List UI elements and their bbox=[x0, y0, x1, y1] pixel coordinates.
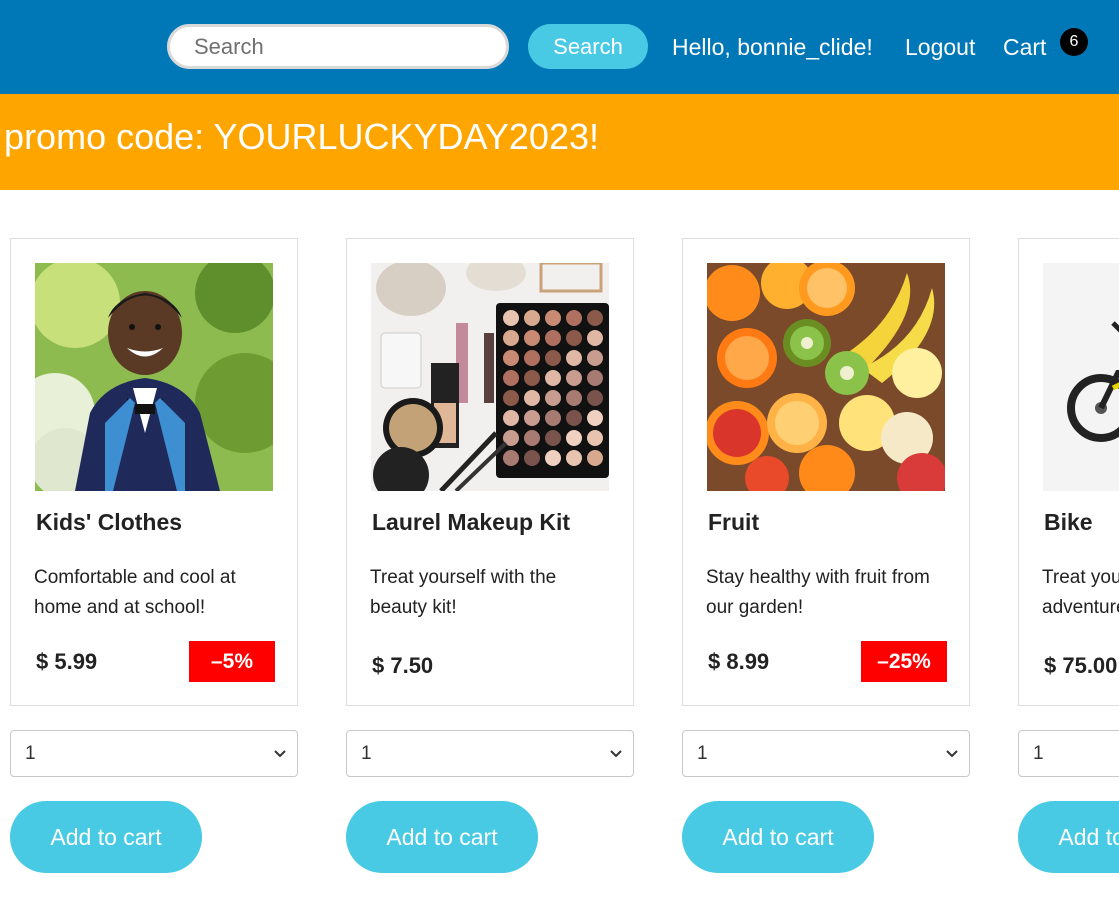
cart-link[interactable]: Cart bbox=[1003, 33, 1046, 61]
promo-text: he promo code: YOURLUCKYDAY2023! bbox=[0, 116, 599, 157]
promo-banner: he promo code: YOURLUCKYDAY2023! bbox=[0, 94, 1119, 190]
discount-badge: –25% bbox=[861, 641, 947, 682]
eyeshadow-pan bbox=[524, 410, 540, 426]
eyeshadow-pan bbox=[545, 410, 561, 426]
eyeshadow-pan bbox=[587, 410, 603, 426]
eyeshadow-pan bbox=[566, 370, 582, 386]
eyeshadow-pan bbox=[503, 390, 519, 406]
discount-badge: –5% bbox=[189, 641, 275, 682]
eyeshadow-pan bbox=[566, 330, 582, 346]
eyeshadow-pan bbox=[545, 370, 561, 386]
eyeshadow-pan bbox=[545, 390, 561, 406]
eyeshadow-pan bbox=[587, 430, 603, 446]
user-greeting: Hello, bonnie_clide! bbox=[672, 34, 873, 60]
product-price: $ 75.00 bbox=[1044, 653, 1118, 678]
makeup-kit-photo[interactable] bbox=[371, 263, 609, 491]
product-card-makeup-kit: Laurel Makeup Kit Treat yourself with th… bbox=[346, 238, 634, 878]
cart-count-badge: 6 bbox=[1060, 28, 1088, 56]
product-description: Treat yourself with the beauty kit! bbox=[370, 567, 557, 618]
quantity-select[interactable]: 1 bbox=[1018, 730, 1119, 777]
eyeshadow-pan bbox=[545, 310, 561, 326]
quantity-select[interactable]: 1 bbox=[682, 730, 970, 777]
product-name: Laurel Makeup Kit bbox=[372, 509, 571, 535]
eyeshadow-pan bbox=[503, 310, 519, 326]
bike-photo[interactable] bbox=[1043, 263, 1119, 491]
product-description: Stay healthy with fruit from our garden! bbox=[706, 567, 930, 618]
eyeshadow-pan bbox=[503, 330, 519, 346]
product-price: $ 5.99 bbox=[36, 649, 98, 674]
product-price: $ 8.99 bbox=[708, 649, 770, 674]
eyeshadow-pan bbox=[545, 430, 561, 446]
product-name: Fruit bbox=[708, 509, 760, 535]
eyeshadow-pan bbox=[503, 410, 519, 426]
logout-link[interactable]: Logout bbox=[905, 33, 975, 61]
add-to-cart-button[interactable]: Add to cart bbox=[1018, 801, 1119, 873]
add-to-cart-button[interactable]: Add to cart bbox=[10, 801, 202, 873]
product-card-fruit: Fruit Stay healthy with fruit from our g… bbox=[682, 238, 970, 878]
eyeshadow-pan bbox=[503, 350, 519, 366]
eyeshadow-pan bbox=[566, 450, 582, 466]
product-card-body: Laurel Makeup Kit Treat yourself with th… bbox=[346, 238, 634, 706]
product-price: $ 7.50 bbox=[372, 653, 434, 678]
eyeshadow-pan bbox=[524, 370, 540, 386]
quantity-select[interactable]: 1 bbox=[10, 730, 298, 777]
eyeshadow-pan bbox=[587, 370, 603, 386]
eyeshadow-pan bbox=[566, 410, 582, 426]
top-header: Search Hello, bonnie_clide! Logout Cart … bbox=[0, 0, 1119, 94]
product-card-kids-clothes: Kids' Clothes Comfortable and cool at ho… bbox=[10, 238, 298, 878]
eyeshadow-pan bbox=[545, 350, 561, 366]
add-to-cart-button[interactable]: Add to cart bbox=[346, 801, 538, 873]
eyeshadow-pan bbox=[566, 430, 582, 446]
product-card-body: Kids' Clothes Comfortable and cool at ho… bbox=[10, 238, 298, 706]
eyeshadow-pan bbox=[545, 330, 561, 346]
eyeshadow-pan bbox=[503, 370, 519, 386]
eyeshadow-pan bbox=[524, 330, 540, 346]
eyeshadow-pan bbox=[587, 390, 603, 406]
product-name: Kids' Clothes bbox=[36, 509, 183, 535]
eyeshadow-pan bbox=[524, 390, 540, 406]
eyeshadow-pan bbox=[524, 430, 540, 446]
product-card-body: Bike Treat yourself to an adventure! $ 7… bbox=[1018, 238, 1119, 706]
eyeshadow-pan bbox=[524, 310, 540, 326]
fruit-photo[interactable] bbox=[707, 263, 945, 491]
product-description: Comfortable and cool at home and at scho… bbox=[34, 567, 236, 618]
eyeshadow-pan bbox=[587, 330, 603, 346]
quantity-select[interactable]: 1 bbox=[346, 730, 634, 777]
eyeshadow-pan bbox=[587, 310, 603, 326]
product-description: Treat yourself to an adventure! bbox=[1042, 567, 1119, 618]
search-input[interactable] bbox=[167, 24, 509, 69]
eyeshadow-pan bbox=[587, 450, 603, 466]
product-name: Bike bbox=[1044, 509, 1093, 535]
eyeshadow-pan bbox=[524, 450, 540, 466]
product-card-body: Fruit Stay healthy with fruit from our g… bbox=[682, 238, 970, 706]
eyeshadow-pan bbox=[566, 390, 582, 406]
search-button[interactable]: Search bbox=[528, 24, 648, 69]
kids-clothes-photo[interactable] bbox=[35, 263, 273, 491]
product-grid: Kids' Clothes Comfortable and cool at ho… bbox=[0, 238, 1119, 913]
eyeshadow-pan bbox=[566, 350, 582, 366]
product-card-bike: Bike Treat yourself to an adventure! $ 7… bbox=[1018, 238, 1119, 878]
eyeshadow-pan bbox=[566, 310, 582, 326]
eyeshadow-pan bbox=[524, 350, 540, 366]
add-to-cart-button[interactable]: Add to cart bbox=[682, 801, 874, 873]
eyeshadow-pan bbox=[545, 450, 561, 466]
eyeshadow-pan bbox=[587, 350, 603, 366]
eyeshadow-pan bbox=[503, 450, 519, 466]
